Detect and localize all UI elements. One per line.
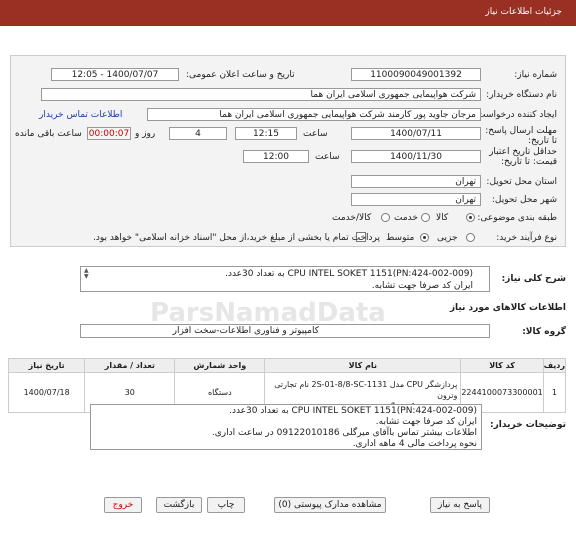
validity-time-field: 12:00 [243, 150, 309, 163]
goods-section-title: اطلاعات کالاهای مورد نیاز [449, 303, 566, 313]
process-label: نوع فرآیند خرید: [496, 233, 557, 243]
category-radio-service[interactable] [421, 213, 430, 222]
treasury-note: پرداخت تمام یا بخشی از مبلغ خرید،از محل … [93, 233, 381, 243]
col-unit: واحد شمارش [174, 358, 266, 373]
days-label: روز و [135, 129, 156, 139]
general-desc-line1: CPU INTEL SOKET 1151(PN:424-002-009) به … [225, 269, 473, 279]
back-button[interactable]: بازگشت [156, 497, 202, 513]
col-code: کد کالا [460, 358, 544, 373]
days-field: 4 [169, 127, 227, 140]
cell-name-line1: پردازشگر CPU مدل 1131-2S-01-8/8-SC نام ت… [274, 380, 458, 400]
buyer-notes-field: CPU INTEL SOKET 1151(PN:424-002-009) به … [90, 404, 482, 450]
print-button[interactable]: چاپ [207, 497, 245, 513]
scroll-arrows-icon[interactable]: ▲ ▼ [84, 268, 89, 280]
announce-label: تاریخ و ساعت اعلان عمومی: [186, 70, 295, 80]
deadline-time-label: ساعت [303, 129, 328, 139]
col-date: تاریخ نیاز [7, 358, 86, 373]
group-value: کامپیوتر و فناوری اطلاعات-سخت افزار [172, 326, 319, 336]
buyer-notes-line4: نحوه پرداخت مالی 4 ماهه اداری. [352, 439, 477, 449]
need-number-field: 1100090049001392 [351, 68, 481, 81]
category-label: طبقه بندی موضوعی: [477, 213, 557, 223]
category-option-goods: کالا [436, 213, 449, 223]
province-label: استان محل تحویل: [486, 177, 557, 187]
reply-button[interactable]: پاسخ به نیاز [430, 497, 490, 513]
remaining-label: ساعت باقی مانده [15, 129, 82, 139]
deadline-date-field: 1400/07/11 [351, 127, 481, 140]
col-qty: تعداد / مقدار [84, 358, 176, 373]
general-desc-line2: ایران کد صرفا جهت تشابه. [371, 281, 473, 291]
announce-field: 1400/07/07 - 12:05 [51, 68, 179, 81]
process-option-medium: متوسط [386, 233, 415, 243]
buyer-notes-line1: CPU INTEL SOKET 1151(PN:424-002-009) به … [229, 406, 477, 416]
process-radio-minor[interactable] [466, 233, 475, 242]
col-name: نام کالا [264, 358, 462, 373]
creator-label: ایجاد کننده درخواست: [474, 110, 557, 120]
province-field: تهران [351, 175, 481, 188]
city-field: تهران [351, 193, 481, 206]
deadline-time-field: 12:15 [235, 127, 297, 140]
validity-label: حداقل تاریخ اعتبار قیمت: تا تاریخ: [489, 147, 557, 167]
deadline-label: مهلت ارسال پاسخ: تا تاریخ: [485, 126, 557, 146]
process-option-minor: جزیی [437, 233, 458, 243]
category-option-service: خدمت [394, 213, 418, 223]
process-radio-medium[interactable] [420, 233, 429, 242]
exit-button[interactable]: خروج [104, 497, 142, 513]
category-option-goods-service: کالا/خدمت [332, 213, 372, 223]
page-title: جزئیات اطلاعات نیاز [485, 7, 562, 17]
title-bar: جزئیات اطلاعات نیاز [0, 0, 576, 26]
validity-time-label: ساعت [315, 152, 340, 162]
buyer-notes-label: توضیحات خریدار: [490, 420, 566, 430]
remaining-timer: 00:00:07 [87, 127, 131, 140]
buyer-notes-line2: ایران کد صرفا جهت تشابه. [375, 417, 477, 427]
info-panel: شماره نیاز: 1100090049001392 تاریخ و ساع… [10, 55, 566, 247]
category-radio-goods-service[interactable] [381, 213, 390, 222]
cell-row: 1 [542, 372, 567, 413]
validity-date-field: 1400/11/30 [351, 150, 481, 163]
attachments-button[interactable]: مشاهده مدارک پیوستی (0) [274, 497, 386, 513]
cell-date: 1400/07/18 [7, 372, 86, 413]
buyer-label: نام دستگاه خریدار: [486, 90, 557, 100]
category-radio-goods[interactable] [466, 213, 475, 222]
col-row: ردیف [542, 358, 567, 373]
buyer-field: شرکت هواپیمایی جمهوری اسلامی ایران هما [41, 88, 481, 101]
creator-field: مرجان جاوید پور کارمند شرکت هواپیمایی جم… [147, 108, 481, 121]
buyer-contact-link[interactable]: اطلاعات تماس خریدار [39, 110, 122, 120]
general-desc-label: شرح کلی نیاز: [501, 274, 566, 284]
general-desc-field[interactable]: ▲ ▼ CPU INTEL SOKET 1151(PN:424-002-009) … [80, 266, 490, 292]
group-field: کامپیوتر و فناوری اطلاعات-سخت افزار [80, 324, 490, 338]
city-label: شهر محل تحویل: [491, 195, 557, 205]
buyer-notes-line3: اطلاعات بیشتر تماس باآقای میرگلی 0912201… [211, 428, 477, 438]
need-number-label: شماره نیاز: [514, 70, 557, 80]
group-label: گروه کالا: [522, 327, 566, 337]
